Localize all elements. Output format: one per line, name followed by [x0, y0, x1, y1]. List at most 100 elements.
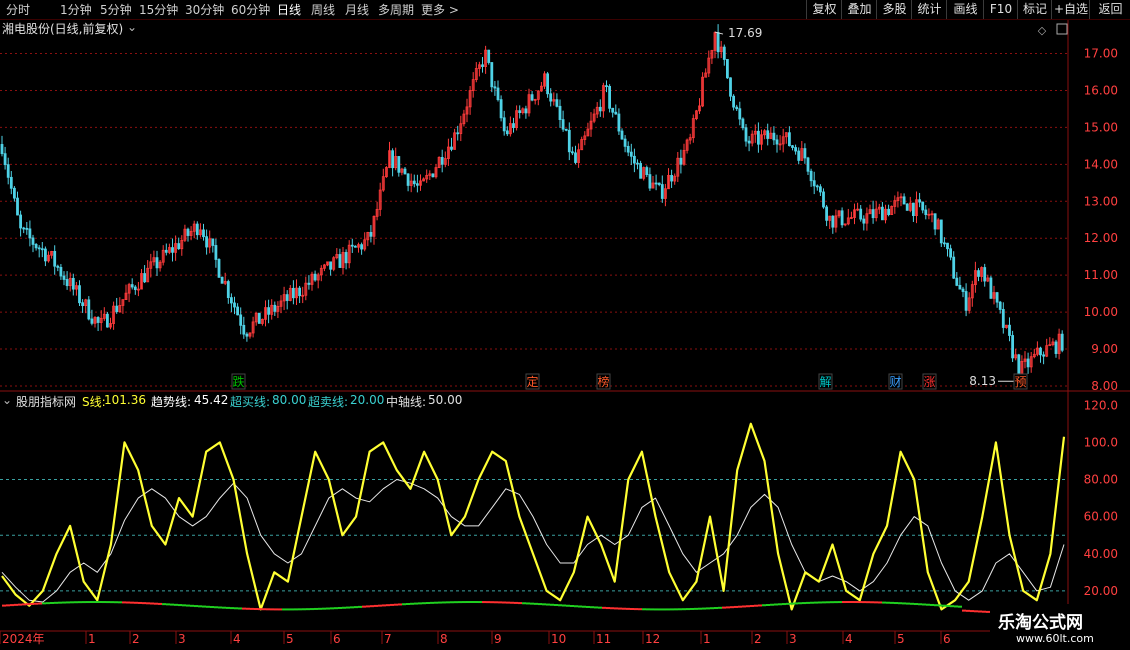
timeframe-tab-6[interactable]: 日线 — [277, 1, 301, 18]
candle-body — [245, 333, 249, 337]
toolbar-button-1[interactable]: 叠加 — [841, 0, 877, 19]
toolbar-button-3[interactable]: 统计 — [911, 0, 947, 19]
chevron-down-icon[interactable]: ⌄ — [2, 393, 12, 407]
candle-body — [633, 155, 636, 164]
candle-body — [822, 191, 825, 208]
toolbar-button-4[interactable]: 画线 — [946, 0, 984, 19]
candle-body — [350, 244, 354, 247]
watermark: 乐淘公式网 www.60lt.com — [990, 604, 1130, 650]
event-badge-label: 解 — [819, 375, 831, 389]
candle-body — [12, 187, 16, 199]
candle-body — [912, 202, 915, 216]
price-tick-label: 11.00 — [1084, 268, 1118, 282]
candle-body — [788, 132, 791, 147]
timeframe-tab-3[interactable]: 15分钟 — [139, 1, 178, 18]
toolbar-button-8[interactable]: 返回 — [1089, 0, 1130, 19]
candle-body — [71, 277, 75, 290]
candle-body — [329, 261, 333, 270]
candle-body — [636, 162, 639, 165]
timeframe-tab-0[interactable]: 分时 — [6, 1, 30, 18]
toolbar-button-5[interactable]: F10 — [983, 0, 1018, 19]
candle-body — [493, 86, 497, 89]
toolbar-button-2[interactable]: 多股 — [876, 0, 912, 19]
candle-body — [496, 87, 500, 101]
candle-body — [809, 170, 813, 182]
watermark-url: www.60lt.com — [1016, 632, 1094, 645]
candle-body — [31, 237, 35, 245]
timeframe-tab-5[interactable]: 60分钟 — [231, 1, 270, 18]
candle-body — [397, 156, 401, 173]
candle-body — [831, 215, 835, 228]
candle-body — [78, 285, 81, 304]
candle-body — [791, 145, 794, 148]
high-price-label: 17.69 — [728, 26, 762, 40]
x-axis-label: 2 — [132, 632, 140, 646]
chevron-down-icon[interactable]: ⌄ — [127, 20, 137, 34]
event-badge-label: 财 — [889, 375, 901, 389]
candle-body — [273, 304, 277, 312]
candle-body — [53, 251, 57, 267]
candle-body — [757, 130, 760, 145]
candle-body — [90, 318, 94, 324]
low-price-label: 8.13 — [969, 374, 996, 388]
x-axis-label: 6 — [943, 632, 951, 646]
candle-body — [564, 128, 568, 131]
timeframe-tab-1[interactable]: 1分钟 — [60, 1, 92, 18]
candle-body — [487, 49, 491, 63]
candle-body — [130, 284, 134, 288]
x-axis-label: 3 — [178, 632, 186, 646]
candle-body — [6, 164, 10, 178]
candle-body — [626, 145, 630, 153]
toolbar-button-7[interactable]: +自选 — [1051, 0, 1090, 19]
candle-body — [217, 259, 221, 278]
candle-body — [524, 108, 528, 114]
timeframe-tab-2[interactable]: 5分钟 — [100, 1, 132, 18]
timeframe-tab-10[interactable]: 更多 > — [421, 1, 459, 18]
toolbar-button-6[interactable]: 标记 — [1017, 0, 1052, 19]
candle-body — [1026, 358, 1030, 368]
candle-body — [195, 223, 199, 236]
candle-body — [571, 151, 574, 154]
x-axis-label: 1 — [88, 632, 96, 646]
candle-body — [983, 267, 987, 282]
candle-body — [905, 203, 909, 211]
candle-body — [236, 306, 240, 316]
candle-body — [558, 105, 562, 120]
x-axis-label: 3 — [789, 632, 797, 646]
candle-body — [338, 254, 342, 268]
x-axis-label: 7 — [384, 632, 392, 646]
candle-body — [171, 247, 174, 253]
candle-body — [729, 77, 732, 97]
candle-body — [998, 301, 1002, 310]
candle-body — [164, 249, 168, 253]
timeframe-tab-4[interactable]: 30分钟 — [185, 1, 224, 18]
candle-body — [239, 314, 243, 326]
candle-body — [412, 180, 416, 185]
candle-body — [902, 196, 906, 205]
timeframe-tab-7[interactable]: 周线 — [311, 1, 335, 18]
candle-body — [344, 252, 348, 264]
candle-body — [406, 173, 410, 186]
candle-body — [9, 176, 13, 189]
candle-body — [561, 119, 565, 130]
candle-body — [939, 219, 943, 244]
indicator-tick-label: 60.00 — [1084, 510, 1118, 524]
candle-body — [611, 107, 615, 113]
candle-body — [918, 199, 921, 203]
candle-body — [952, 256, 956, 279]
timeframe-tab-9[interactable]: 多周期 — [378, 1, 414, 18]
candle-body — [924, 209, 928, 216]
candle-body — [415, 183, 419, 186]
candle-body — [403, 168, 407, 175]
candle-body — [233, 302, 236, 308]
candle-body — [360, 244, 364, 250]
timeframe-tab-8[interactable]: 月线 — [345, 1, 369, 18]
candle-body — [353, 245, 357, 248]
candle-body — [1060, 333, 1064, 351]
axis-line-label: 中轴线: — [386, 395, 427, 409]
candle-body — [794, 147, 797, 152]
toolbar-button-0[interactable]: 复权 — [806, 0, 842, 19]
s-line-value: 101.36 — [104, 393, 146, 407]
candle-body — [608, 85, 611, 109]
candle-body — [645, 167, 649, 175]
